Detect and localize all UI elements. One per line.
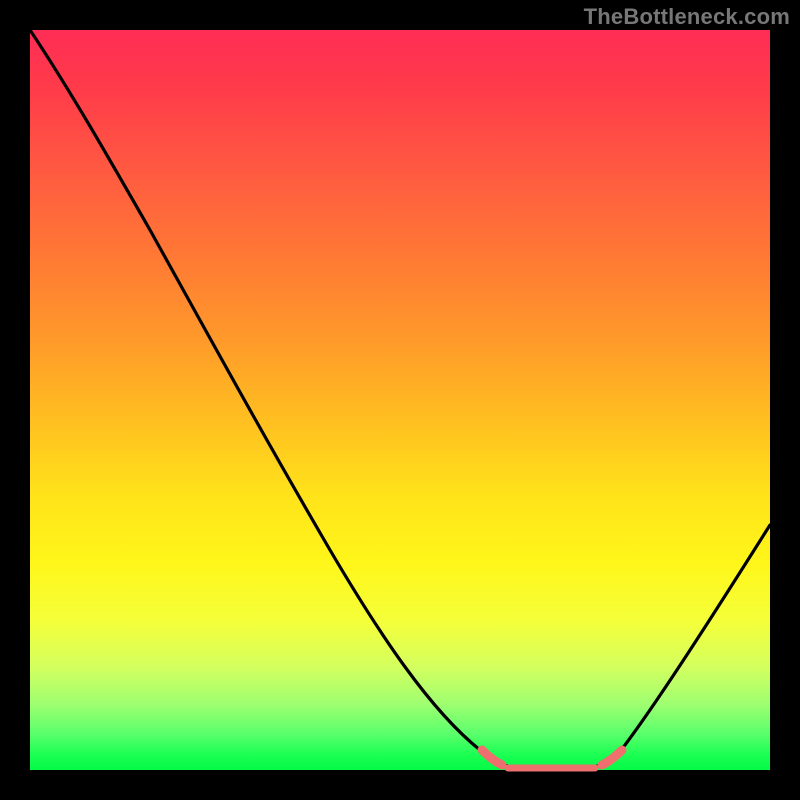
bottleneck-curve (30, 30, 770, 768)
chart-frame: TheBottleneck.com (0, 0, 800, 800)
optimal-end-marker (602, 750, 622, 765)
plot-area (30, 30, 770, 770)
chart-svg (30, 30, 770, 770)
optimal-start-marker (482, 750, 502, 765)
watermark-text: TheBottleneck.com (584, 4, 790, 30)
